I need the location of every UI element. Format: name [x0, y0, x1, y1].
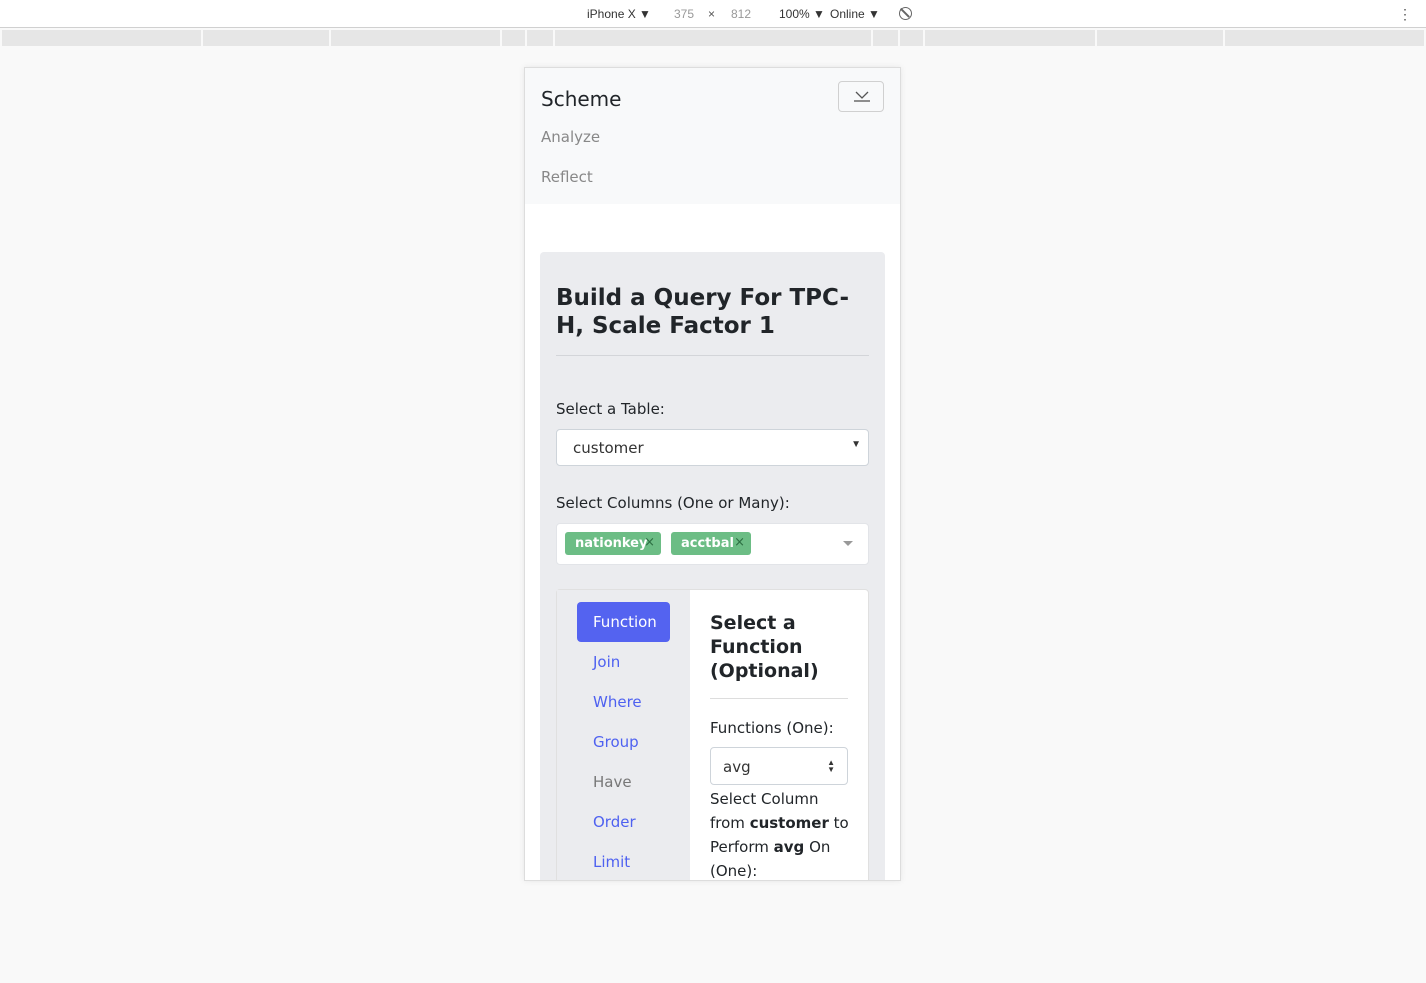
- table-label: Select a Table:: [556, 400, 665, 418]
- media-query-segment[interactable]: [555, 30, 871, 46]
- dropdown-arrow-icon[interactable]: [843, 541, 853, 546]
- tab-where[interactable]: Where: [577, 682, 670, 722]
- query-builder-card: Build a Query For TPC-H, Scale Factor 1 …: [540, 252, 885, 880]
- tab-function[interactable]: Function: [577, 602, 670, 642]
- brand[interactable]: Scheme: [541, 87, 621, 111]
- function-select-value: avg: [723, 758, 751, 776]
- nav-link-reflect[interactable]: Reflect: [541, 168, 593, 186]
- device-viewport: Scheme Analyze Reflect Build a Query For…: [524, 67, 901, 881]
- navbar: Scheme Analyze Reflect: [525, 68, 900, 204]
- media-query-segment[interactable]: [925, 30, 1095, 46]
- chevron-down-icon: ▼: [851, 439, 861, 450]
- chip-label: nationkey: [575, 536, 648, 551]
- dimension-times: ×: [708, 7, 716, 21]
- device-select[interactable]: iPhone X ▼: [587, 7, 651, 21]
- zoom-value: 100%: [779, 7, 810, 21]
- chip-label: acctbal: [681, 536, 734, 551]
- media-query-bar: [0, 30, 1426, 46]
- navbar-toggle-button[interactable]: [838, 81, 884, 112]
- media-query-segment[interactable]: [1225, 30, 1424, 46]
- tab-order[interactable]: Order: [577, 802, 670, 842]
- device-name: iPhone X: [587, 7, 636, 21]
- function-title: Select a Function (Optional): [710, 612, 819, 682]
- media-query-segment[interactable]: [2, 30, 201, 46]
- network-value: Online: [830, 7, 865, 21]
- media-query-segment[interactable]: [1097, 30, 1223, 46]
- column-chip-acctbal: acctbal ×: [671, 532, 751, 555]
- nav-link-analyze[interactable]: Analyze: [541, 128, 600, 146]
- height-input[interactable]: 812: [731, 7, 751, 21]
- desc-table: customer: [749, 814, 829, 832]
- columns-label: Select Columns (One or Many):: [556, 494, 790, 512]
- media-query-segment[interactable]: [900, 30, 923, 46]
- function-select[interactable]: avg ▲ ▼: [710, 747, 848, 785]
- devtools-toolbar: iPhone X ▼ 375 × 812 100% ▼ Online ▼ ⋮: [0, 0, 1426, 28]
- more-options-icon[interactable]: ⋮: [1398, 6, 1412, 23]
- rotate-icon[interactable]: [899, 7, 912, 20]
- remove-chip-icon[interactable]: ×: [644, 535, 655, 550]
- column-chip-nationkey: nationkey ×: [565, 532, 661, 555]
- functions-label: Functions (One):: [710, 719, 834, 737]
- tab-limit[interactable]: Limit: [577, 842, 670, 880]
- tab-have: Have: [593, 773, 632, 791]
- divider: [710, 698, 848, 699]
- network-caret: ▼: [868, 7, 880, 21]
- column-select-description: Select Column from customer to Perform a…: [710, 787, 850, 880]
- network-select[interactable]: Online ▼: [830, 7, 880, 21]
- media-query-segment[interactable]: [873, 30, 898, 46]
- chevron-down-icon: [854, 91, 870, 102]
- page-title: Build a Query For TPC-H, Scale Factor 1: [556, 284, 856, 340]
- tab-join[interactable]: Join: [577, 642, 670, 682]
- width-input[interactable]: 375: [674, 7, 694, 21]
- media-query-segment[interactable]: [203, 30, 329, 46]
- clause-panel: Function Join Where Group Have Order Lim…: [556, 589, 869, 880]
- media-query-segment[interactable]: [527, 30, 553, 46]
- table-select-value: customer: [573, 439, 644, 457]
- table-select[interactable]: customer ▼: [556, 429, 869, 466]
- clause-tabs: Function Join Where Group Have Order Lim…: [557, 590, 690, 880]
- columns-multiselect[interactable]: nationkey × acctbal ×: [556, 523, 869, 565]
- zoom-caret: ▼: [813, 7, 825, 21]
- media-query-segment[interactable]: [331, 30, 500, 46]
- desc-function: avg: [773, 838, 805, 856]
- remove-chip-icon[interactable]: ×: [734, 535, 745, 550]
- divider: [556, 355, 869, 356]
- title-prefix: Build a Query For: [556, 285, 790, 311]
- media-query-segment[interactable]: [502, 30, 525, 46]
- sort-arrows-icon: ▲ ▼: [827, 758, 835, 774]
- device-caret: ▼: [639, 7, 651, 21]
- tab-group[interactable]: Group: [577, 722, 670, 762]
- zoom-select[interactable]: 100% ▼: [779, 7, 825, 21]
